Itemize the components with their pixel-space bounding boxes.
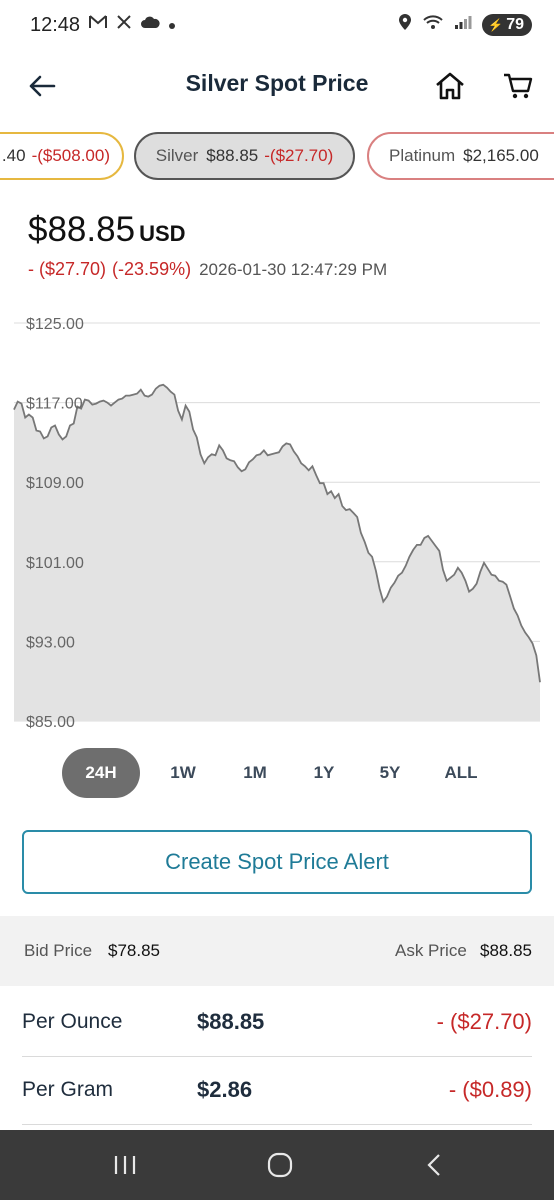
y-tick-label: $109.00 (26, 475, 84, 492)
metal-chip-change: -($508.00) (31, 146, 110, 165)
y-tick-label: $101.00 (26, 555, 84, 572)
metal-chip-change: -($27.70) (264, 146, 334, 165)
range-tab-5y[interactable]: 5Y (357, 748, 423, 798)
price-chart-svg: $125.00 $117.00 $109.00 $101.00 $93.00 $85.00 (13, 316, 541, 731)
app-header: Silver Spot Price (0, 52, 554, 118)
row-change: - ($27.70) (436, 1009, 532, 1034)
range-tab-label: 5Y (379, 763, 401, 782)
metal-chip-platinum[interactable]: Platinum $2,165.00 (367, 132, 554, 180)
range-tab-1m[interactable]: 1M (222, 748, 288, 798)
recent-apps-button[interactable] (95, 1142, 155, 1188)
cart-button[interactable] (498, 66, 538, 106)
system-nav-bar (0, 1130, 554, 1200)
chevron-left-icon (427, 1154, 440, 1176)
create-alert-button[interactable]: Create Spot Price Alert (22, 830, 532, 894)
bid-ask-bar: Bid Price $78.85 Ask Price $88.85 (0, 916, 554, 986)
battery-indicator: ⚡ 79 (482, 13, 532, 36)
back-nav-button[interactable] (404, 1142, 464, 1188)
chart-area (14, 384, 540, 721)
gmail-icon (88, 14, 108, 35)
x-icon (116, 14, 132, 35)
spot-price: $88.85 USD (28, 210, 186, 250)
range-tab-label: 1Y (313, 763, 335, 782)
home-icon (436, 72, 464, 100)
cart-icon (504, 73, 533, 99)
spot-currency: USD (139, 221, 186, 246)
metal-chip-price: $2,165.00 (463, 146, 539, 165)
y-tick-label: $93.00 (26, 634, 75, 651)
row-price: $88.85 (197, 1009, 265, 1034)
home-circle-icon (267, 1152, 293, 1178)
home-button[interactable] (430, 66, 470, 106)
page-title: Silver Spot Price (185, 70, 369, 96)
price-row-gram: Per Gram $2.86 - ($0.89) (22, 1058, 532, 1125)
spot-price-value: $88.85 (28, 210, 136, 249)
status-notification-icons (88, 14, 176, 35)
ask-value: $88.85 (480, 941, 532, 960)
row-label: Per Gram (22, 1078, 114, 1101)
range-tab-label: 1W (170, 763, 196, 782)
spot-change-percent: (-23.59%) (112, 259, 192, 279)
price-row-ounce: Per Ounce $88.85 - ($27.70) (22, 990, 532, 1057)
y-tick-label: $117.00 (26, 396, 83, 413)
dot-icon (168, 14, 176, 35)
location-icon (398, 13, 412, 36)
range-tab-24h[interactable]: 24H (62, 748, 140, 798)
range-tab-1w[interactable]: 1W (150, 748, 216, 798)
metal-chip-silver[interactable]: Silver $88.85 -($27.70) (134, 132, 355, 180)
bid-value: $78.85 (108, 941, 160, 960)
recent-apps-icon (114, 1156, 136, 1174)
row-price: $2.86 (197, 1077, 253, 1102)
range-tab-label: ALL (444, 763, 478, 782)
range-tab-label: 1M (243, 763, 267, 782)
status-time: 12:48 (30, 14, 81, 36)
signal-icon (454, 14, 472, 35)
range-tab-all[interactable]: ALL (428, 748, 494, 798)
y-tick-label: $85.00 (26, 714, 75, 731)
bid-label: Bid Price (24, 941, 93, 960)
status-bar: 12:48 ⚡ 79 (0, 0, 554, 52)
charging-icon: ⚡ (488, 17, 504, 32)
price-chart[interactable]: $125.00 $117.00 $109.00 $101.00 $93.00 $85.00 (0, 305, 554, 735)
metal-selector: .40 -($508.00) Silver $88.85 -($27.70) P… (0, 132, 554, 184)
ask-label: Ask Price (395, 941, 467, 960)
battery-level: 79 (506, 15, 524, 33)
metal-chip-gold[interactable]: .40 -($508.00) (0, 132, 124, 180)
row-change: - ($0.89) (448, 1077, 532, 1102)
spot-change: - ($27.70) (28, 259, 107, 279)
spot-change-line: - ($27.70) (-23.59%) 2026-01-30 12:47:29… (28, 259, 387, 280)
metal-chip-name: Silver (155, 146, 199, 165)
y-tick-label: $125.00 (26, 316, 84, 333)
range-tabs: 24H 1W 1M 1Y 5Y ALL (0, 748, 554, 800)
spot-timestamp: 2026-01-30 12:47:29 PM (199, 260, 388, 279)
wifi-icon (422, 14, 444, 35)
range-tab-1y[interactable]: 1Y (291, 748, 357, 798)
metal-chip-name: Platinum (389, 146, 456, 165)
metal-chip-price: .40 (1, 146, 26, 165)
cloud-icon (140, 14, 160, 35)
row-label: Per Ounce (22, 1010, 123, 1033)
range-tab-label: 24H (85, 763, 117, 782)
home-nav-button[interactable] (250, 1142, 310, 1188)
status-system-icons: ⚡ 79 (398, 13, 532, 36)
metal-chip-price: $88.85 (206, 146, 259, 165)
